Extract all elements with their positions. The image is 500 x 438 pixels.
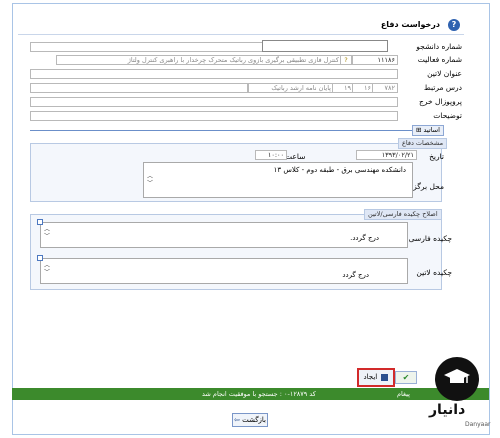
create-button-label: ایجاد [363, 373, 378, 381]
defense-time-field[interactable]: ۱۰:۰۰ [255, 150, 287, 160]
abstract-en-label: چکیده لاتین [416, 268, 452, 277]
activity-desc-field: کنترل فازی تطبیقی برگیری بازوی رباتیک مت… [56, 55, 342, 65]
en-resize-handle[interactable] [37, 255, 43, 261]
course-num2-field: ۱۹ [332, 83, 354, 93]
graduation-cap-icon [444, 369, 470, 383]
course-num1-field: ۱۶ [352, 83, 374, 93]
help-icon[interactable]: ? [448, 19, 460, 31]
clear-button[interactable]: ✔ [395, 371, 417, 384]
danyaar-logo: دانیار Danyaar [421, 357, 496, 435]
latin-title-label: عنوان لاتین [427, 69, 462, 78]
defense-date-label: تاریخ [429, 152, 444, 161]
logo-name: دانیار [429, 402, 466, 418]
external-project-field[interactable] [30, 97, 398, 107]
advisors-tab[interactable]: اساتید ⊞ [412, 125, 444, 136]
course-name-field: پایان نامه ارشد رباتیک [248, 83, 334, 93]
abstract-fa-text: درج گردد. [350, 234, 379, 242]
activity-lookup-icon[interactable]: ? [340, 55, 352, 65]
create-button[interactable]: ایجاد [357, 368, 395, 387]
status-left-label: پیغام [397, 390, 410, 398]
place-scroll-icon[interactable]: ︿ ﹀ [147, 173, 153, 187]
page-title: درخواست دفاع [380, 20, 440, 29]
student-no-input[interactable] [262, 40, 388, 52]
notes-field[interactable] [30, 111, 398, 121]
abstract-fa-field[interactable]: درج گردد. ︿ ﹀ [40, 222, 408, 248]
activity-no-label: شماره فعالیت [417, 55, 462, 64]
related-course-label: درس مرتبط [423, 83, 462, 92]
defense-place-text: دانشکده مهندسی برق - طبقه دوم - کلاس ۱۳ [273, 166, 406, 174]
back-arrow-icon: ⇦ [233, 416, 240, 424]
fa-scroll-icon[interactable]: ︿ ﹀ [44, 226, 50, 240]
notes-label: توضیحات [433, 111, 462, 120]
en-scroll-icon[interactable]: ︿ ﹀ [44, 262, 50, 276]
fa-resize-handle[interactable] [37, 219, 43, 225]
external-project-label: پروپوزال خرج [419, 97, 462, 106]
back-button-label: بازگشت [242, 416, 267, 424]
save-disk-icon [381, 373, 389, 381]
abstract-en-text: درج گردد [342, 271, 369, 279]
defense-date-field[interactable]: ۱۳۹۳/۰۲/۲۱ [356, 150, 417, 160]
defense-time-label: ساعت [285, 152, 306, 161]
status-bar: کد ۱۲۸۷۹-۰ : جستجو با موفقیت انجام شد پی… [12, 388, 489, 400]
latin-title-field[interactable] [30, 69, 398, 79]
defense-place-field[interactable]: دانشکده مهندسی برق - طبقه دوم - کلاس ۱۳ … [143, 162, 413, 198]
course-code-field[interactable]: ۷۸۲ [372, 83, 398, 93]
status-message: کد ۱۲۸۷۹-۰ : جستجو با موفقیت انجام شد [202, 390, 316, 398]
abstract-section-title: اصلاح چکیده فارسی/لاتین [364, 209, 442, 220]
advisors-divider [30, 130, 430, 131]
course-extra-field [30, 83, 248, 93]
title-bar: درخواست دفاع ? [18, 16, 464, 35]
abstract-en-field[interactable]: درج گردد ︿ ﹀ [40, 258, 408, 284]
advisors-tab-label: اساتید [423, 126, 440, 134]
activity-no-field[interactable]: ۱۱۱۸۶ [352, 55, 398, 65]
logo-sub: Danyaar [465, 421, 491, 428]
student-no-label: شماره دانشجو [416, 42, 462, 51]
student-no-field[interactable] [30, 42, 266, 52]
back-button[interactable]: بازگشت ⇦ [232, 413, 268, 427]
abstract-fa-label: چکیده فارسی [408, 234, 452, 243]
defense-section-title: مشخصات دفاع [398, 138, 448, 149]
